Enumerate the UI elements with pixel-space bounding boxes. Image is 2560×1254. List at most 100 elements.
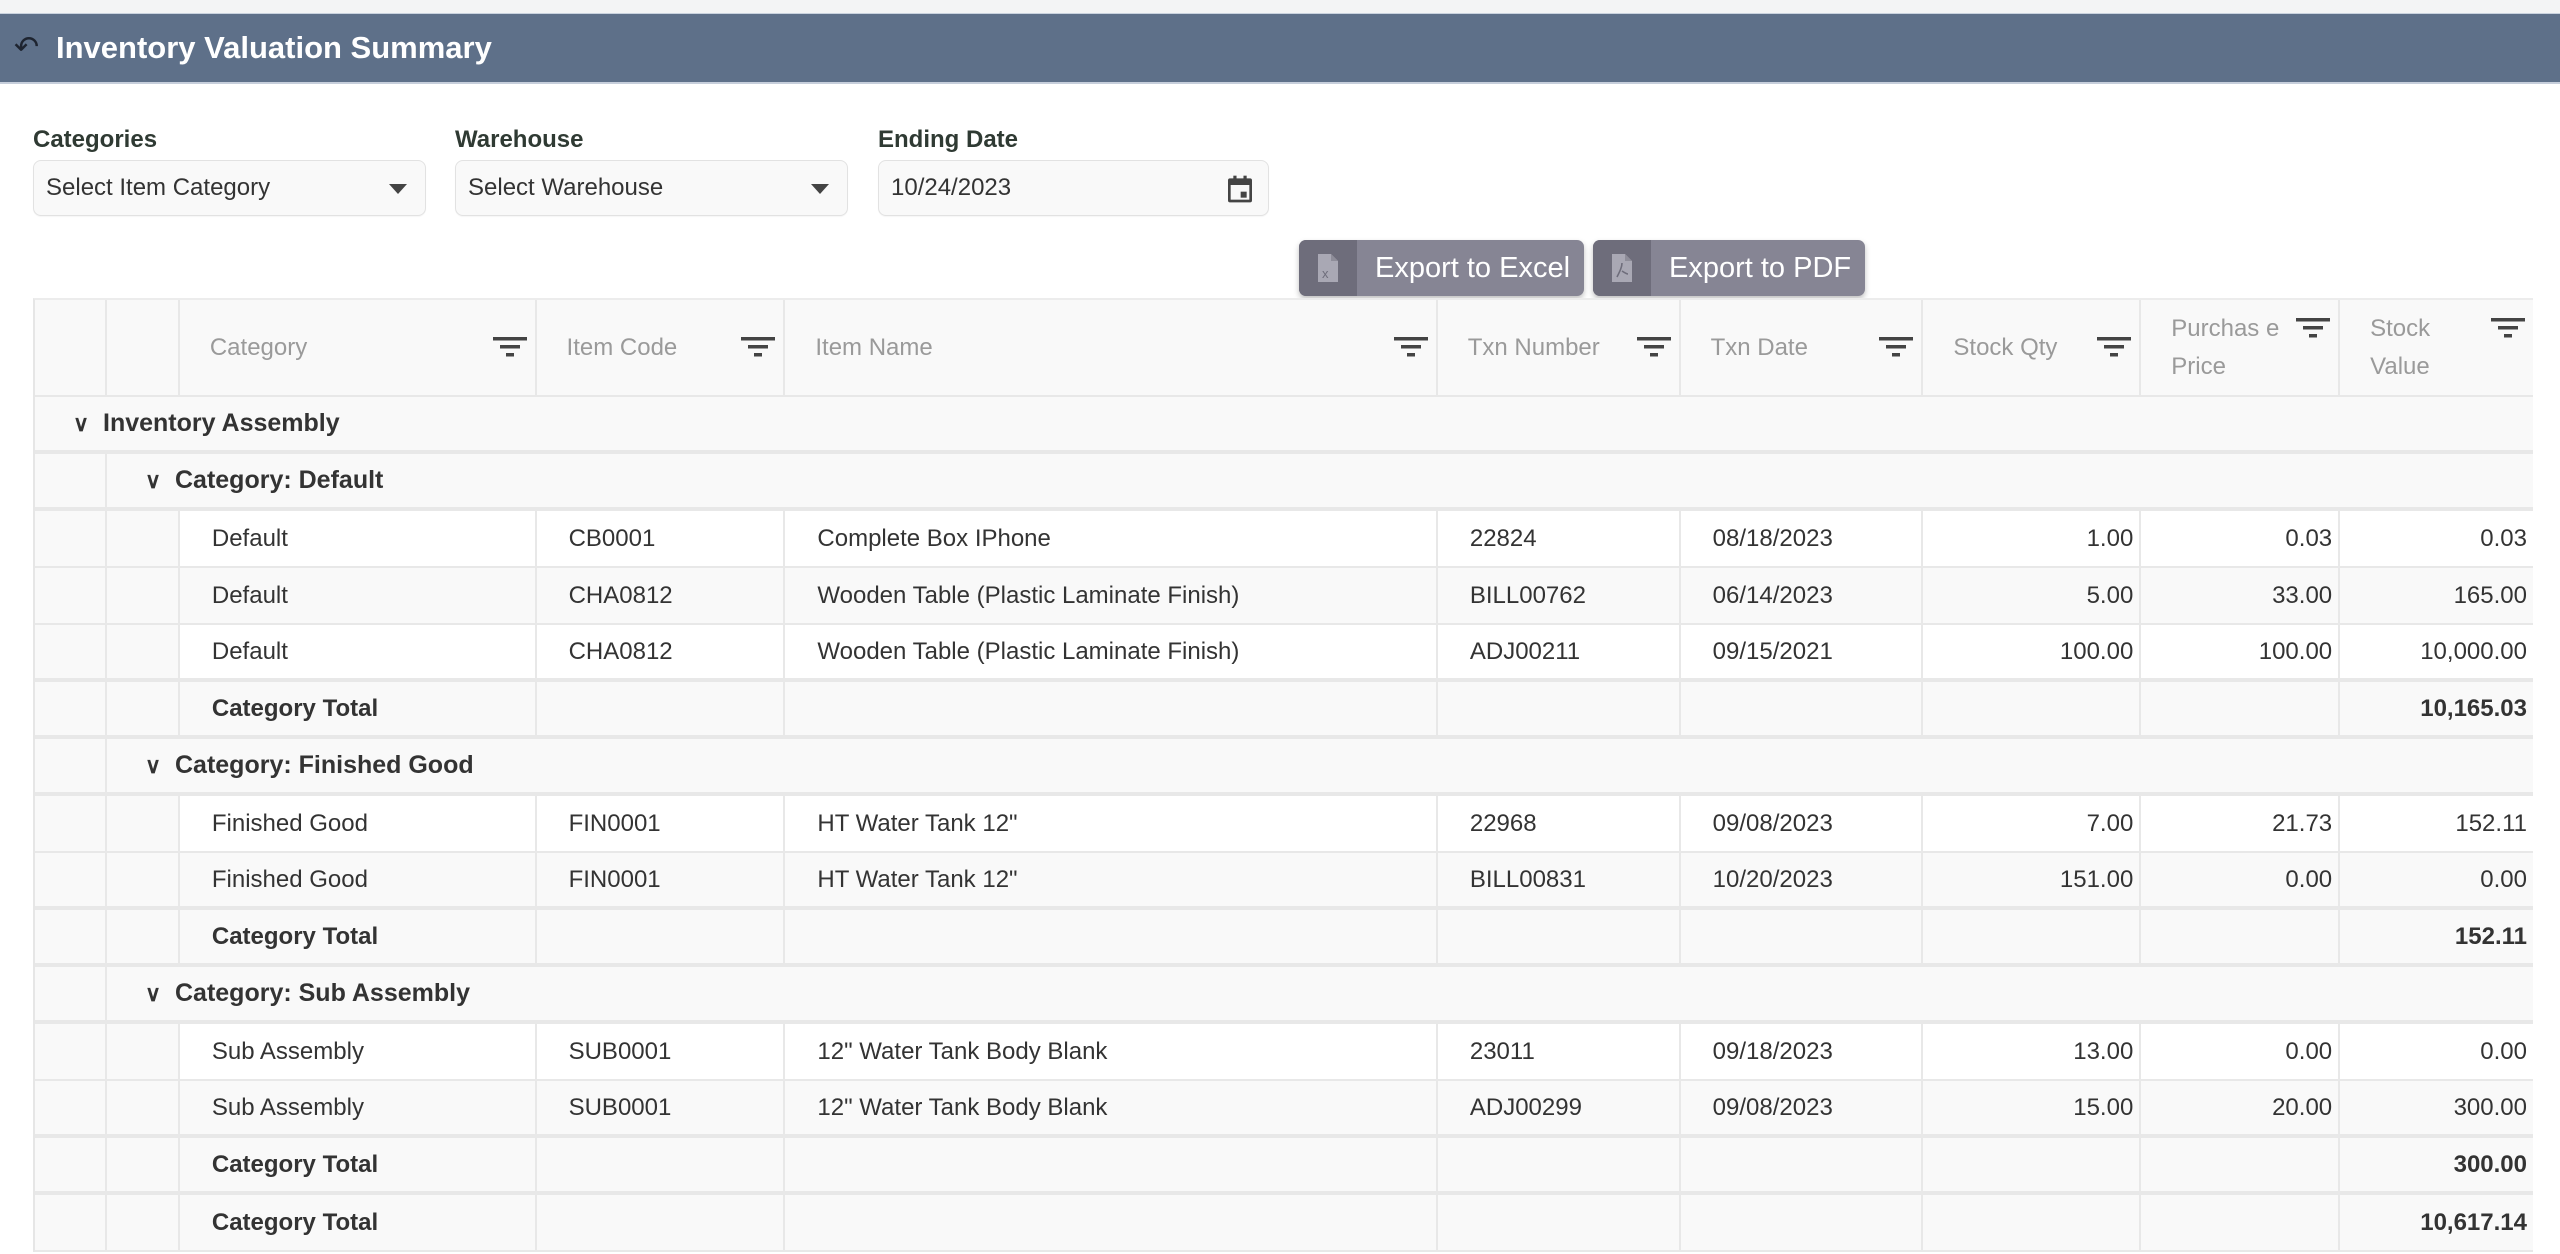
grand-total-label: Category Total <box>179 1195 537 1250</box>
column-header-txn-date[interactable]: Txn Date <box>1681 300 1924 395</box>
category-total-value: 300.00 <box>2340 1138 2533 1191</box>
chevron-down-icon[interactable]: ∨ <box>73 411 103 437</box>
cell-txn-number: 22824 <box>1438 511 1681 566</box>
table-row[interactable]: Default CB0001 Complete Box IPhone 22824 08/… <box>35 511 2533 568</box>
cell-item-code: CHA0812 <box>537 568 786 623</box>
page-header: ↶ Inventory Valuation Summary <box>0 13 2560 84</box>
cell-item-name: HT Water Tank 12" <box>785 853 1438 906</box>
cell-stock-qty: 100.00 <box>1923 625 2142 678</box>
ending-date-value: 10/24/2023 <box>891 174 1012 201</box>
cell-purchase-price: 21.73 <box>2141 796 2341 851</box>
filter-icon[interactable] <box>1393 335 1428 359</box>
export-excel-label: Export to Excel <box>1375 251 1571 284</box>
ending-date-input[interactable]: 10/24/2023 <box>878 160 1269 216</box>
cell-item-name: Complete Box IPhone <box>785 511 1438 566</box>
cell-item-name: Wooden Table (Plastic Laminate Finish) <box>785 568 1438 623</box>
cell-item-code: CHA0812 <box>537 625 786 678</box>
category-group-title: Category: Sub Assembly <box>175 979 470 1007</box>
cell-item-name: 12" Water Tank Body Blank <box>785 1024 1438 1079</box>
cell-txn-date: 09/08/2023 <box>1681 796 1924 851</box>
cell-txn-date: 09/18/2023 <box>1681 1024 1924 1079</box>
cell-txn-number: 22968 <box>1438 796 1681 851</box>
table-row[interactable]: Finished Good FIN0001 HT Water Tank 12" 229… <box>35 796 2533 853</box>
ending-date-filter: Ending Date 10/24/2023 <box>878 126 1269 216</box>
column-header-txn-number[interactable]: Txn Number <box>1438 300 1681 395</box>
column-header-stock-qty[interactable]: Stock Qty <box>1923 300 2142 395</box>
cell-category: Finished Good <box>180 796 537 851</box>
cell-txn-date: 09/08/2023 <box>1681 1081 1924 1134</box>
cell-item-code: FIN0001 <box>537 796 786 851</box>
calendar-icon[interactable] <box>1224 173 1256 205</box>
group-title: Inventory Assembly <box>103 409 340 437</box>
filter-icon[interactable] <box>1636 335 1671 359</box>
warehouse-label: Warehouse <box>455 126 584 153</box>
cell-stock-value: 0.00 <box>2480 1037 2527 1065</box>
cell-txn-date: 09/15/2021 <box>1681 625 1924 678</box>
cell-purchase-price: 20.00 <box>2141 1081 2341 1134</box>
column-header-item-name[interactable]: Item Name <box>785 300 1438 395</box>
categories-label: Categories <box>33 126 158 153</box>
inventory-grid: Category Item Code Item Name Txn Number … <box>33 298 2533 1252</box>
cell-txn-number: BILL00762 <box>1438 568 1681 623</box>
column-header-category[interactable]: Category <box>180 300 537 395</box>
warehouse-select[interactable]: Select Warehouse <box>455 160 848 216</box>
table-row[interactable]: Sub Assembly SUB0001 12" Water Tank Body B… <box>35 1024 2533 1081</box>
filter-icon[interactable] <box>741 335 776 359</box>
chevron-down-icon[interactable]: ∨ <box>145 753 175 779</box>
table-row[interactable]: Sub Assembly SUB0001 12" Water Tank Body B… <box>35 1081 2533 1138</box>
categories-filter: Categories Select Item Category <box>33 126 426 216</box>
cell-item-name: Wooden Table (Plastic Laminate Finish) <box>785 625 1438 678</box>
header-spacer <box>106 300 180 395</box>
cell-txn-number: 23011 <box>1438 1024 1681 1079</box>
cell-stock-value: 152.11 <box>2455 809 2527 837</box>
cell-stock-qty: 15.00 <box>1923 1081 2142 1134</box>
category-group-row[interactable]: ∨ Category: Default <box>35 454 2533 511</box>
column-header-purchase-price[interactable]: Purchas e Price <box>2141 300 2341 395</box>
cell-stock-value: 10,000.00 <box>2420 637 2527 665</box>
page-title: Inventory Valuation Summary <box>56 30 492 65</box>
cell-item-code: SUB0001 <box>537 1024 786 1079</box>
category-group-row[interactable]: ∨ Category: Finished Good <box>35 739 2533 796</box>
column-header-item-code[interactable]: Item Code <box>537 300 786 395</box>
category-total-label: Category Total <box>179 682 537 735</box>
categories-select-value: Select Item Category <box>46 174 271 201</box>
cell-item-code: FIN0001 <box>537 853 786 906</box>
cell-stock-value: 165.00 <box>2453 581 2527 609</box>
grid-header-row: Category Item Code Item Name Txn Number … <box>35 300 2533 397</box>
category-group-row[interactable]: ∨ Category: Sub Assembly <box>35 967 2533 1024</box>
export-excel-button[interactable]: x Export to Excel <box>1299 240 1585 296</box>
pdf-file-icon <box>1593 240 1651 296</box>
filter-icon[interactable] <box>2296 316 2331 340</box>
cell-purchase-price: 0.03 <box>2141 511 2341 566</box>
filter-icon[interactable] <box>2491 316 2525 340</box>
cell-txn-date: 06/14/2023 <box>1681 568 1924 623</box>
browser-top-strip <box>0 0 2560 13</box>
cell-stock-qty: 1.00 <box>1923 511 2142 566</box>
filter-icon[interactable] <box>2097 335 2132 359</box>
category-total-label: Category Total <box>179 1138 537 1191</box>
cell-purchase-price: 100.00 <box>2141 625 2341 678</box>
category-total-label: Category Total <box>179 910 537 963</box>
cell-txn-date: 08/18/2023 <box>1681 511 1924 566</box>
column-header-stock-value[interactable]: Stock Value <box>2340 300 2533 395</box>
filter-icon[interactable] <box>1879 335 1914 359</box>
chevron-down-icon[interactable]: ∨ <box>145 468 175 494</box>
cell-txn-number: ADJ00299 <box>1438 1081 1681 1134</box>
table-row[interactable]: Finished Good FIN0001 HT Water Tank 12" BIL… <box>35 853 2533 910</box>
grand-total-value: 10,617.14 <box>2340 1195 2533 1250</box>
cell-category: Sub Assembly <box>180 1024 537 1079</box>
cell-item-code: SUB0001 <box>537 1081 786 1134</box>
warehouse-filter: Warehouse Select Warehouse <box>455 126 848 216</box>
export-pdf-button[interactable]: Export to PDF <box>1593 240 1866 296</box>
group-row-top[interactable]: ∨ Inventory Assembly <box>35 397 2533 454</box>
categories-select[interactable]: Select Item Category <box>33 160 426 216</box>
undo-arrow-icon[interactable]: ↶ <box>14 33 56 63</box>
category-total-value: 10,165.03 <box>2340 682 2533 735</box>
table-row[interactable]: Default CHA0812 Wooden Table (Plastic Lami… <box>35 568 2533 625</box>
cell-stock-value: 300.00 <box>2453 1093 2527 1121</box>
category-total-row: Category Total 10,165.03 <box>35 682 2533 739</box>
table-row[interactable]: Default CHA0812 Wooden Table (Plastic Lami… <box>35 625 2533 682</box>
chevron-down-icon[interactable]: ∨ <box>145 981 175 1007</box>
filter-icon[interactable] <box>492 335 527 359</box>
chevron-down-icon <box>389 184 407 194</box>
